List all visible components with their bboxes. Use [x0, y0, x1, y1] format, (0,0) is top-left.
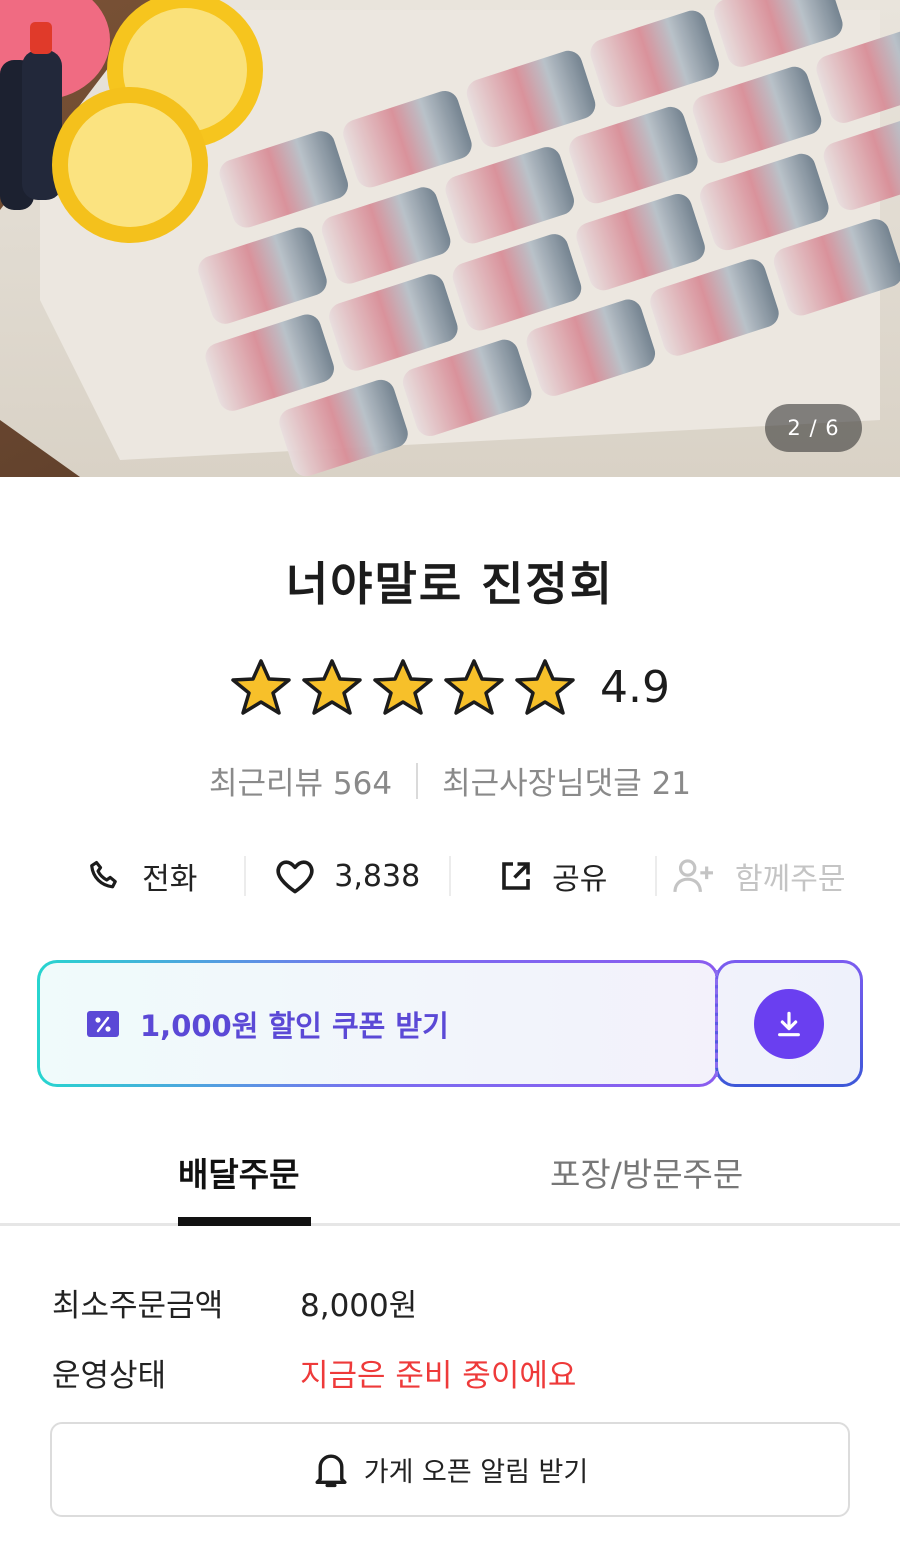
open-notification-label: 가게 오픈 알림 받기 [363, 1457, 589, 1488]
share-button[interactable]: 공유 [451, 845, 655, 907]
review-summary: 최근리뷰 564 최근사장님댓글 21 [0, 758, 900, 803]
like-count: 3,838 [334, 858, 421, 894]
coupon-label: 1,000원 할인 쿠폰 받기 [140, 1008, 449, 1043]
status-label: 운영상태 [52, 1358, 167, 1394]
share-label: 공유 [552, 862, 608, 897]
star-icon [302, 659, 362, 715]
star-rating [230, 658, 576, 716]
coupon-banner: 1,000원 할인 쿠폰 받기 [37, 960, 863, 1087]
active-tab-indicator [178, 1217, 311, 1226]
tab-delivery[interactable]: 배달주문 [178, 1148, 299, 1196]
heart-icon [276, 860, 314, 894]
star-icon [515, 659, 575, 715]
group-order-button[interactable]: 함께주문 [657, 845, 861, 907]
status-value: 지금은 준비 중이에요 [300, 1358, 577, 1394]
open-notification-button[interactable]: 가게 오픈 알림 받기 [50, 1422, 850, 1517]
store-actions: 전화 3,838 공유 함께주문 [40, 845, 860, 907]
phone-icon [90, 860, 118, 889]
divider [416, 762, 419, 799]
rating-row: 4.9 [0, 658, 900, 716]
coupon-card[interactable]: 1,000원 할인 쿠폰 받기 [37, 960, 719, 1087]
tab-pickup[interactable]: 포장/방문주문 [550, 1148, 743, 1196]
call-button[interactable]: 전화 [40, 845, 244, 907]
rating-value: 4.9 [600, 661, 670, 713]
min-order-label: 최소주문금액 [52, 1288, 224, 1324]
share-icon [502, 862, 530, 890]
order-type-tabs: 배달주문 포장/방문주문 [0, 1140, 900, 1226]
coupon-ticket-icon [87, 1010, 119, 1037]
min-order-row: 최소주문금액 8,000원 [52, 1280, 417, 1325]
add-user-icon [673, 859, 714, 892]
sashimi-photo [0, 0, 900, 477]
bell-icon [315, 1454, 347, 1487]
coupon-download-button[interactable] [715, 960, 863, 1087]
call-label: 전화 [142, 862, 198, 897]
group-order-label: 함께주문 [735, 862, 846, 897]
photo-page-indicator: 2 / 6 [765, 404, 862, 452]
download-button-circle [754, 988, 824, 1059]
store-name: 너야말로 진정회 [285, 557, 615, 611]
min-order-value: 8,000원 [300, 1288, 418, 1324]
star-icon [444, 659, 504, 715]
status-row: 운영상태 지금은 준비 중이에요 [52, 1350, 576, 1395]
like-button[interactable]: 3,838 [246, 845, 450, 907]
download-icon [778, 1011, 800, 1036]
star-icon [373, 659, 433, 715]
coupon-divider [715, 970, 718, 1077]
owner-comments-link[interactable]: 최근사장님댓글 21 [442, 758, 691, 803]
recent-reviews-link[interactable]: 최근리뷰 564 [209, 758, 392, 803]
store-photo[interactable]: 2 / 6 [0, 0, 900, 477]
star-icon [231, 659, 291, 715]
